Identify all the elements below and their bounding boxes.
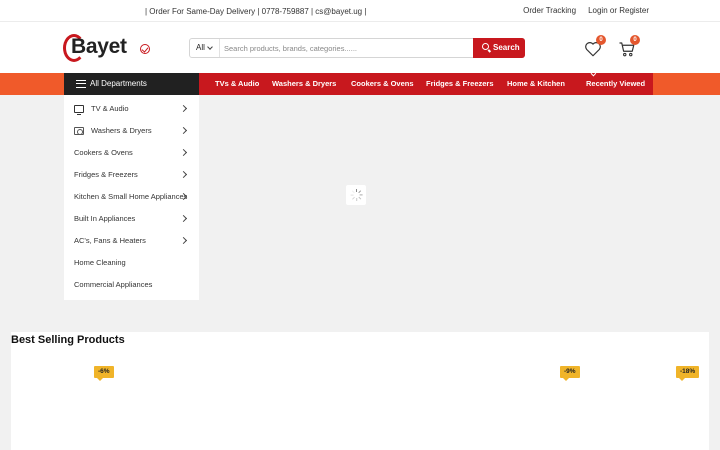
all-departments-label: All Departments	[90, 79, 147, 88]
top-bar: | Order For Same-Day Delivery | 0778-759…	[0, 0, 720, 22]
dept-item-label: Home Cleaning	[74, 258, 126, 267]
dept-item-label: Cookers & Ovens	[74, 148, 133, 157]
dept-item-washers-dryers[interactable]: Washers & Dryers	[64, 120, 199, 142]
wishlist-count-badge: 0	[596, 35, 606, 45]
dept-item-label: Fridges & Freezers	[74, 170, 138, 179]
nav-item-cookers-ovens[interactable]: Cookers & Ovens	[351, 73, 414, 95]
recently-viewed-label: Recently Viewed	[586, 79, 646, 88]
header: Bayet All Search 0 0	[0, 22, 720, 73]
chevron-down-icon	[207, 44, 213, 50]
search-icon	[482, 43, 489, 50]
dept-item-label: Commercial Appliances	[74, 280, 153, 289]
wishlist-button[interactable]: 0	[584, 35, 606, 58]
nav-item-tvs-audio[interactable]: TVs & Audio	[215, 73, 259, 95]
nav-item-home-kitchen[interactable]: Home & Kitchen	[507, 73, 565, 95]
dept-item-label: Kitchen & Small Home Appliances	[74, 192, 188, 201]
spinner-tick	[351, 190, 355, 194]
dept-item-built-in-appliances[interactable]: Built In Appliances	[64, 208, 199, 230]
washer-icon	[74, 127, 84, 135]
cart-button[interactable]: 0	[618, 35, 640, 58]
logo-text: Bayet	[71, 35, 127, 58]
nav-menu: TVs & Audio Washers & Dryers Cookers & O…	[199, 70, 653, 95]
loading-spinner	[346, 185, 366, 205]
dept-item-kitchen-small-appliances[interactable]: Kitchen & Small Home Appliances	[64, 186, 199, 208]
main-nav: All Departments TVs & Audio Washers & Dr…	[0, 70, 720, 95]
departments-list: TV & Audio Washers & Dryers Cookers & Ov…	[64, 95, 199, 300]
dept-item-label: AC's, Fans & Heaters	[74, 236, 146, 245]
dept-item-label: Washers & Dryers	[91, 126, 152, 135]
chevron-right-icon	[179, 170, 188, 179]
best-selling-section: Best Selling Products -6% -9% -18%	[11, 332, 709, 450]
spinner-tick	[357, 190, 361, 194]
dept-item-label: TV & Audio	[91, 104, 129, 113]
nav-item-fridges-freezers[interactable]: Fridges & Freezers	[426, 73, 494, 95]
spinner-tick	[357, 196, 361, 200]
chevron-right-icon	[179, 148, 188, 157]
dept-item-fridges-freezers[interactable]: Fridges & Freezers	[64, 164, 199, 186]
spinner-tick	[355, 198, 357, 201]
section-title: Best Selling Products	[11, 334, 125, 346]
search-category-value: All	[196, 43, 205, 52]
dept-item-tv-audio[interactable]: TV & Audio	[64, 98, 199, 120]
dept-item-cookers-ovens[interactable]: Cookers & Ovens	[64, 142, 199, 164]
discount-badge: -6%	[94, 366, 114, 381]
search-button[interactable]: Search	[473, 38, 525, 58]
order-tracking-link[interactable]: Order Tracking	[523, 6, 576, 15]
contact-info: | Order For Same-Day Delivery | 0778-759…	[145, 7, 367, 16]
dept-item-home-cleaning[interactable]: Home Cleaning	[64, 252, 199, 274]
chevron-right-icon	[179, 126, 188, 135]
dept-item-label: Built In Appliances	[74, 214, 136, 223]
search-input[interactable]	[224, 41, 464, 55]
dept-item-acs-fans-heaters[interactable]: AC's, Fans & Heaters	[64, 230, 199, 252]
tv-icon	[74, 105, 84, 115]
spinner-tick	[351, 196, 355, 200]
login-register-link[interactable]: Login or Register	[588, 6, 649, 15]
logo[interactable]: Bayet	[63, 34, 153, 64]
chevron-right-icon	[179, 104, 188, 113]
spinner-tick	[355, 189, 357, 192]
spinner-tick	[350, 194, 354, 196]
menu-icon	[76, 80, 86, 88]
spinner-tick	[359, 194, 363, 196]
logo-check-icon	[140, 44, 150, 54]
cart-count-badge: 0	[630, 35, 640, 45]
dept-item-commercial-appliances[interactable]: Commercial Appliances	[64, 274, 199, 296]
all-departments-button[interactable]: All Departments	[64, 73, 199, 95]
top-links: Order Tracking Login or Register	[523, 6, 649, 15]
discount-badge: -18%	[676, 366, 700, 381]
search-category-select[interactable]: All	[190, 39, 220, 57]
search-button-label: Search	[493, 43, 520, 52]
discount-badge: -9%	[560, 366, 580, 381]
nav-item-washers-dryers[interactable]: Washers & Dryers	[272, 73, 336, 95]
chevron-right-icon	[179, 214, 188, 223]
search-bar: All Search	[189, 38, 525, 58]
chevron-right-icon	[179, 236, 188, 245]
